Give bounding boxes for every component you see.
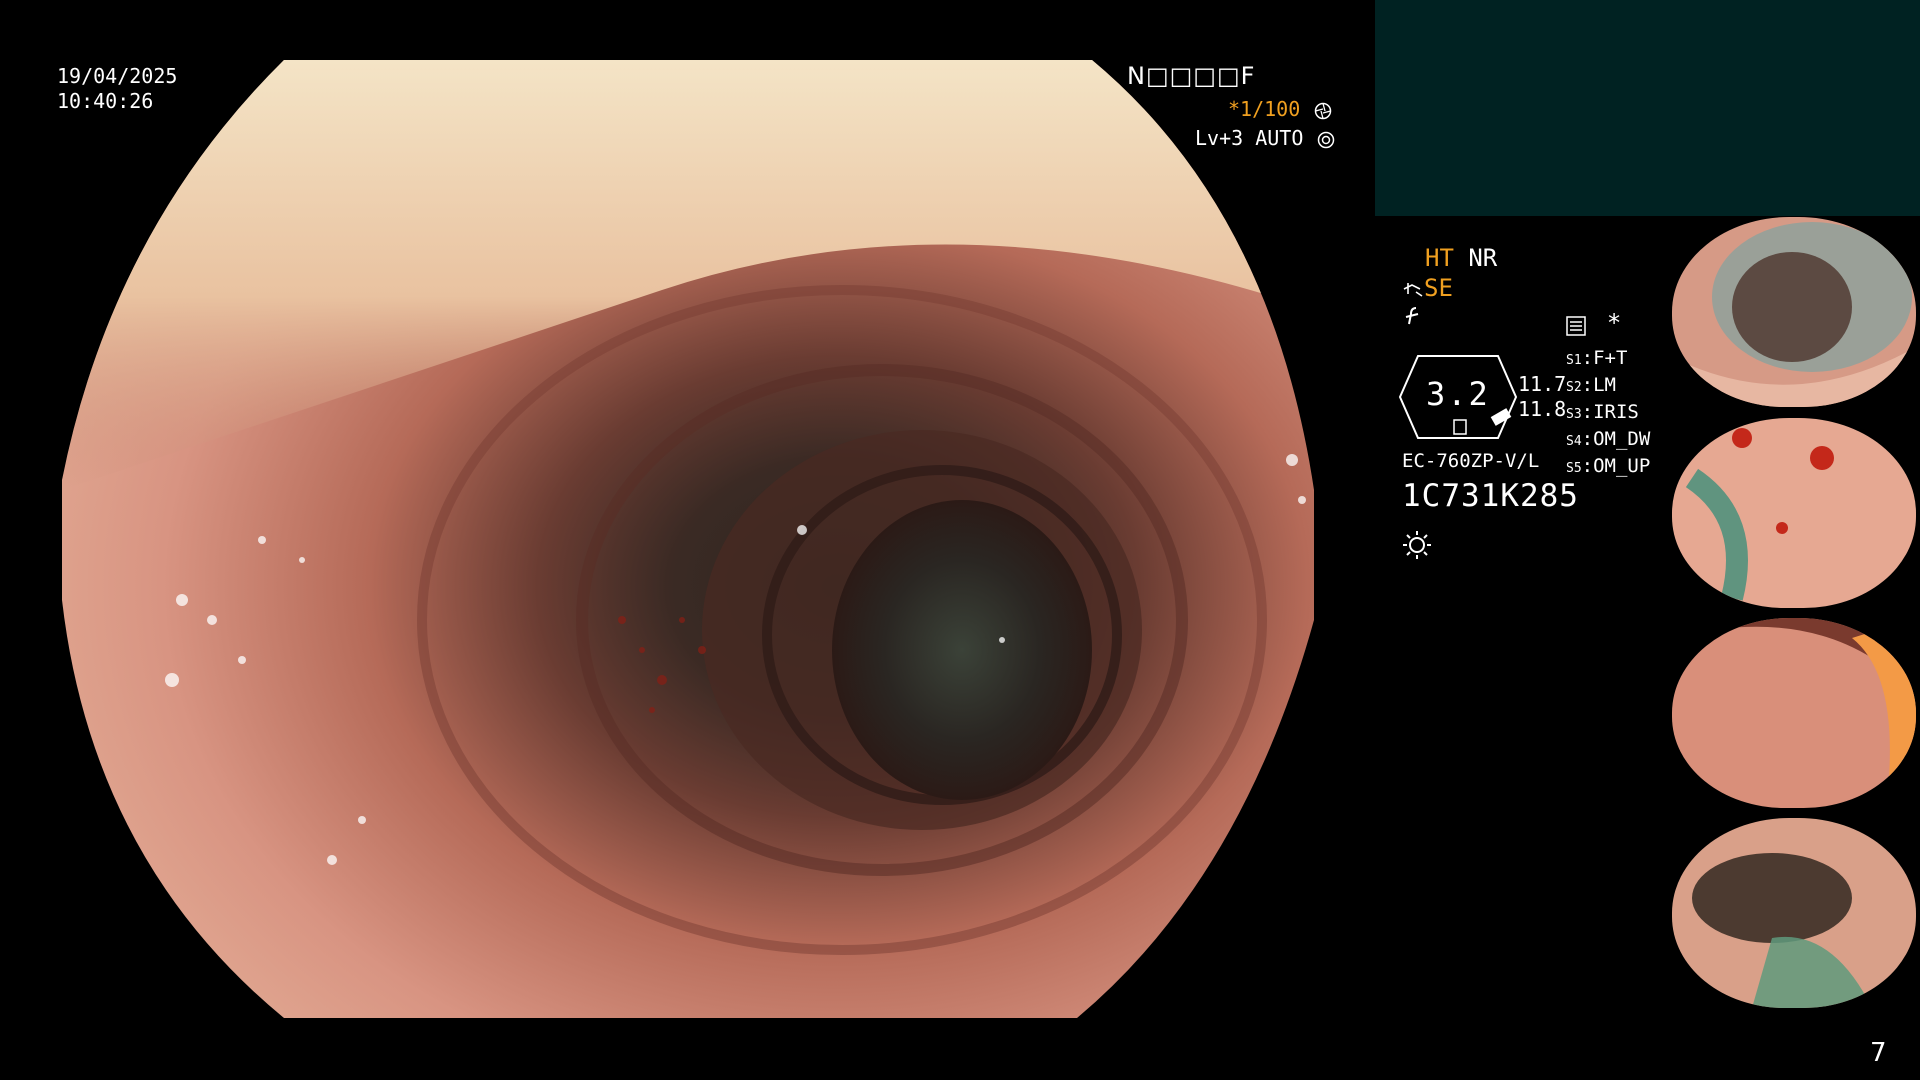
gauge-top-value: 11.7 xyxy=(1518,372,1567,396)
time-text: 10:40:26 xyxy=(57,89,154,113)
switch-settings: S1:F+T S2:LM S3:IRIS S4:OM_DW S5:OM_UP xyxy=(1566,346,1650,481)
asterisk-mark: * xyxy=(1606,309,1622,337)
sun-icon xyxy=(1403,531,1431,559)
level-status: Lv+3 AUTO xyxy=(1195,126,1335,150)
shutter-text: *1/100 xyxy=(1228,97,1301,121)
setting-row: S5:OM_UP xyxy=(1566,455,1651,477)
se-row: SE xyxy=(1402,274,1453,302)
level-text: Lv+3 AUTO xyxy=(1195,126,1304,150)
ht-nr-row: HT NR xyxy=(1425,244,1497,272)
list-row: * xyxy=(1566,309,1621,337)
aperture-icon xyxy=(1315,102,1332,119)
page-number: 7 xyxy=(1870,1038,1887,1068)
date-text: 19/04/2025 xyxy=(57,64,178,88)
f-symbol-icon xyxy=(1402,305,1424,333)
patient-name-field: N□□□□F xyxy=(1127,62,1256,90)
shutter-status: *1/100 xyxy=(1228,97,1332,121)
scope-model: EC-760ZP-V/L xyxy=(1402,450,1540,472)
preview-panel xyxy=(1375,0,1920,216)
thumbnail-2[interactable] xyxy=(1672,418,1916,608)
setting-row: S4:OM_DW xyxy=(1566,428,1651,450)
gauge-bottom-value: 11.8 xyxy=(1518,397,1567,421)
ht-label: HT xyxy=(1425,244,1454,272)
endoscope-view xyxy=(62,60,1314,1018)
gauge-value: 3.2 xyxy=(1426,375,1490,413)
setting-row: S1:F+T xyxy=(1566,347,1628,369)
thumbnail-1[interactable] xyxy=(1672,217,1916,407)
thumbnail-3[interactable] xyxy=(1672,618,1916,808)
thumbnail-4[interactable] xyxy=(1672,818,1916,1008)
setting-row: S2:LM xyxy=(1566,374,1616,396)
nr-label: NR xyxy=(1468,244,1498,272)
auto-target-icon xyxy=(1318,131,1335,148)
date-time: 19/04/2025 10:40:26 xyxy=(57,64,177,114)
enhance-icon xyxy=(1403,283,1423,297)
list-icon xyxy=(1566,316,1586,336)
setting-row: S3:IRIS xyxy=(1566,401,1639,423)
scope-serial: 1C731K285 xyxy=(1402,478,1579,514)
se-label: SE xyxy=(1424,274,1453,302)
